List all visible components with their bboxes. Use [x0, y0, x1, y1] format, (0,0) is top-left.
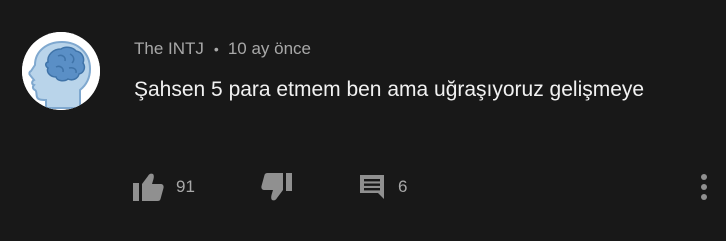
reply-button[interactable]: 6	[358, 170, 407, 204]
thumbs-up-icon	[133, 173, 164, 201]
more-options-button[interactable]	[692, 170, 716, 204]
more-vertical-icon	[701, 174, 707, 200]
like-button[interactable]: 91	[132, 170, 195, 204]
dislike-button[interactable]	[261, 170, 293, 204]
head-brain-icon	[22, 32, 100, 110]
comment-card: The INTJ • 10 ay önce Şahsen 5 para etme…	[0, 0, 726, 241]
like-count: 91	[176, 177, 195, 196]
comment-actions: 91 6	[0, 170, 726, 204]
separator: •	[213, 41, 219, 57]
comment-text: Şahsen 5 para etmem ben ama uğraşıyoruz …	[134, 78, 645, 101]
comment-header: The INTJ • 10 ay önce	[134, 38, 311, 60]
author-name[interactable]: The INTJ	[134, 39, 204, 59]
timestamp[interactable]: 10 ay önce	[228, 39, 311, 59]
comment-icon	[360, 175, 384, 199]
thumbs-down-icon	[261, 173, 292, 201]
reply-count: 6	[398, 177, 408, 196]
avatar[interactable]	[22, 32, 100, 110]
